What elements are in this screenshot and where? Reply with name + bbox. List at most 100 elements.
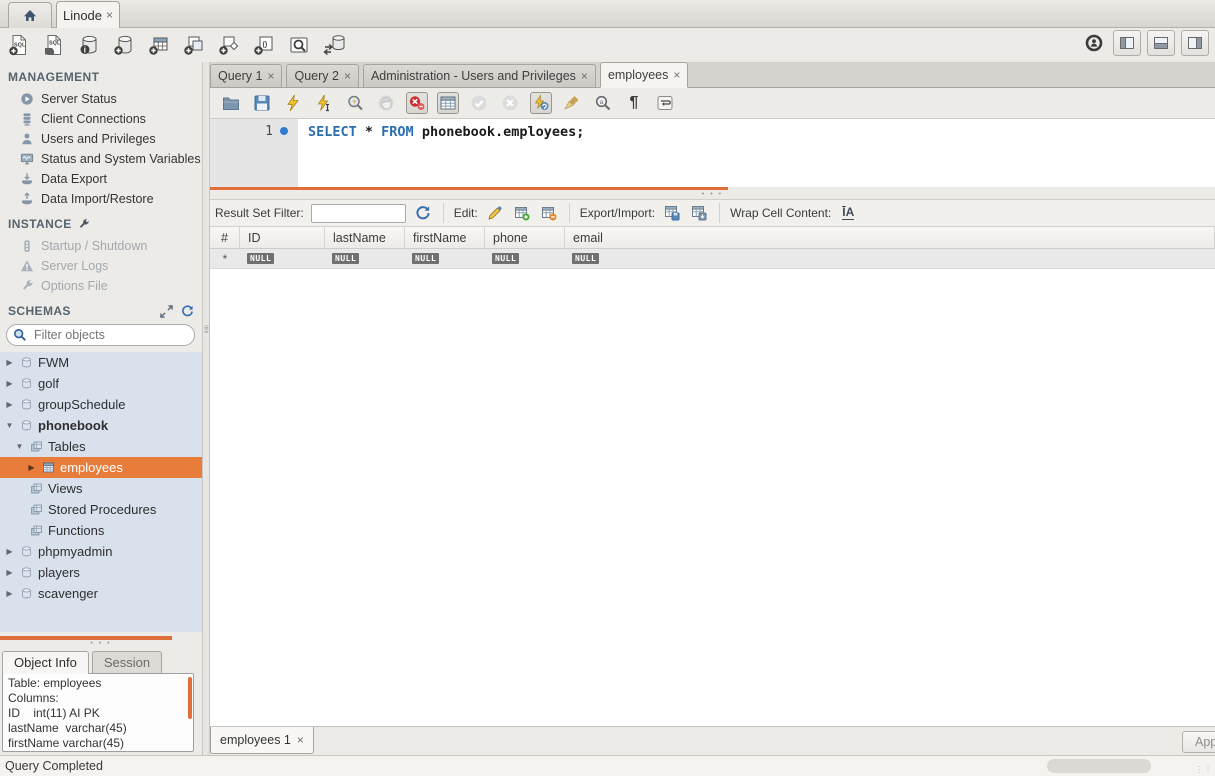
tab-session[interactable]: Session: [92, 651, 162, 674]
sidebar-item-data-import[interactable]: Data Import/Restore: [0, 189, 202, 209]
table-row-new-record[interactable]: * NULL NULL NULL NULL NULL: [210, 249, 1215, 269]
delete-row-icon[interactable]: [539, 203, 559, 223]
column-header-phone[interactable]: phone: [485, 227, 565, 248]
tab-object-info[interactable]: Object Info: [2, 651, 89, 674]
toggle-autocommit-button[interactable]: [530, 92, 552, 114]
schema-filter[interactable]: [6, 324, 195, 346]
tree-item-schema[interactable]: ▶ scavenger: [0, 583, 202, 604]
chevron-right-icon[interactable]: ▶: [4, 400, 15, 409]
wrap-cell-content-icon[interactable]: ĪA: [838, 203, 858, 223]
tree-item-table-employees[interactable]: ▶ employees: [0, 457, 202, 478]
execute-current-statement-icon[interactable]: [313, 92, 335, 114]
chevron-right-icon[interactable]: ▶: [4, 547, 15, 556]
toggle-bottom-panel-button[interactable]: [1147, 30, 1175, 56]
splitter-grip[interactable]: • • •: [702, 191, 723, 199]
tree-item-schema[interactable]: ▶ players: [0, 562, 202, 583]
tab-administration[interactable]: Administration - Users and Privileges ×: [363, 64, 596, 87]
tab-employees[interactable]: employees ×: [600, 62, 688, 88]
close-icon[interactable]: ×: [106, 9, 113, 21]
invisible-chars-icon[interactable]: ¶: [623, 92, 645, 114]
open-sql-script-icon[interactable]: SQL: [41, 32, 67, 58]
create-procedure-icon[interactable]: [216, 32, 242, 58]
close-icon[interactable]: ×: [673, 69, 680, 81]
find-icon[interactable]: a: [592, 92, 614, 114]
tab-query-2[interactable]: Query 2 ×: [286, 64, 358, 87]
tree-item-views-folder[interactable]: Views: [0, 478, 202, 499]
tree-item-schema[interactable]: ▶ phpmyadmin: [0, 541, 202, 562]
close-icon[interactable]: ×: [267, 70, 274, 82]
sidebar-item-server-status[interactable]: Server Status: [0, 89, 202, 109]
toggle-right-panel-button[interactable]: [1181, 30, 1209, 56]
home-tab[interactable]: [8, 2, 52, 28]
close-icon[interactable]: ×: [344, 70, 351, 82]
cell-firstname[interactable]: NULL: [405, 249, 485, 268]
cell-id[interactable]: NULL: [240, 249, 325, 268]
result-filter-input[interactable]: [311, 204, 406, 223]
clear-query-icon[interactable]: [561, 92, 583, 114]
execute-query-icon[interactable]: [282, 92, 304, 114]
tree-item-tables-folder[interactable]: ▼ Tables: [0, 436, 202, 457]
create-table-icon[interactable]: [146, 32, 172, 58]
sidebar-main-divider[interactable]: ≡≡: [202, 62, 210, 755]
expand-panel-icon[interactable]: [160, 305, 173, 318]
tab-query-1[interactable]: Query 1 ×: [210, 64, 282, 87]
close-icon[interactable]: ×: [297, 734, 304, 746]
cell-phone[interactable]: NULL: [485, 249, 565, 268]
save-script-icon[interactable]: [251, 92, 273, 114]
wrap-text-icon[interactable]: [654, 92, 676, 114]
tree-item-stored-procedures-folder[interactable]: Stored Procedures: [0, 499, 202, 520]
sidebar-item-status-system-variables[interactable]: Status and System Variables: [0, 149, 202, 169]
tab-result-employees-1[interactable]: employees 1 ×: [210, 727, 314, 754]
tree-item-schema[interactable]: ▶ groupSchedule: [0, 394, 202, 415]
tree-item-schema[interactable]: ▶ golf: [0, 373, 202, 394]
sql-editor[interactable]: 1 SELECT * FROM phonebook.employees;: [210, 118, 1215, 187]
column-header-id[interactable]: ID: [240, 227, 325, 248]
open-script-icon[interactable]: [220, 92, 242, 114]
stop-query-icon[interactable]: [375, 92, 397, 114]
result-grid-body[interactable]: [210, 269, 1215, 726]
apply-button[interactable]: Apply: [1182, 731, 1215, 753]
connection-tab[interactable]: Linode ×: [56, 1, 120, 28]
user-badge-icon[interactable]: [1081, 30, 1107, 56]
create-view-icon[interactable]: [181, 32, 207, 58]
sidebar-item-users-privileges[interactable]: Users and Privileges: [0, 129, 202, 149]
refresh-results-icon[interactable]: [413, 203, 433, 223]
column-header-rownum[interactable]: #: [210, 227, 240, 248]
explain-plan-icon[interactable]: [344, 92, 366, 114]
column-header-email[interactable]: email: [565, 227, 1215, 248]
import-recordset-icon[interactable]: [689, 203, 709, 223]
tree-item-schema[interactable]: ▶ FWM: [0, 352, 202, 373]
statement-marker-icon[interactable]: [280, 127, 288, 135]
create-function-icon[interactable]: (): [251, 32, 277, 58]
export-recordset-icon[interactable]: [662, 203, 682, 223]
sidebar-item-client-connections[interactable]: Client Connections: [0, 109, 202, 129]
horizontal-scrollbar-thumb[interactable]: [1047, 759, 1151, 773]
splitter-grip[interactable]: • • •: [0, 640, 202, 648]
toggle-left-panel-button[interactable]: [1113, 30, 1141, 56]
cell-email[interactable]: NULL: [565, 249, 1215, 268]
close-icon[interactable]: ×: [581, 70, 588, 82]
insert-row-icon[interactable]: [512, 203, 532, 223]
reconnect-database-icon[interactable]: [321, 32, 347, 58]
chevron-right-icon[interactable]: ▶: [4, 589, 15, 598]
tree-item-functions-folder[interactable]: Functions: [0, 520, 202, 541]
column-header-firstname[interactable]: firstName: [405, 227, 485, 248]
sidebar-item-data-export[interactable]: Data Export: [0, 169, 202, 189]
schema-filter-input[interactable]: [32, 327, 188, 343]
edit-record-icon[interactable]: [485, 203, 505, 223]
tree-item-schema-phonebook[interactable]: ▼ phonebook: [0, 415, 202, 436]
sidebar-item-startup-shutdown[interactable]: Startup / Shutdown: [0, 236, 202, 256]
search-data-icon[interactable]: [286, 32, 312, 58]
refresh-schemas-icon[interactable]: [181, 305, 194, 318]
info-scrollbar-thumb[interactable]: [188, 677, 192, 719]
chevron-right-icon[interactable]: ▶: [4, 358, 15, 367]
toggle-stop-on-error-button[interactable]: [406, 92, 428, 114]
rollback-icon[interactable]: [499, 92, 521, 114]
chevron-right-icon[interactable]: ▶: [4, 379, 15, 388]
cell-lastname[interactable]: NULL: [325, 249, 405, 268]
sidebar-item-options-file[interactable]: Options File: [0, 276, 202, 296]
new-query-tab-icon[interactable]: SQL: [6, 32, 32, 58]
inspect-database-icon[interactable]: i: [76, 32, 102, 58]
commit-icon[interactable]: [468, 92, 490, 114]
column-header-lastname[interactable]: lastName: [325, 227, 405, 248]
